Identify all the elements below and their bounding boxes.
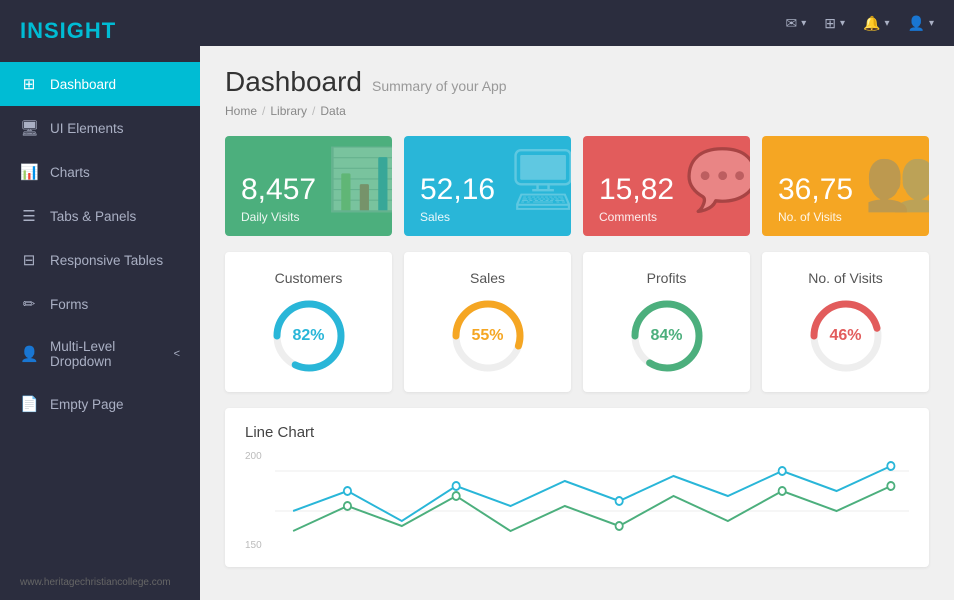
ui-elements-icon: 🖥: [20, 119, 38, 137]
topbar-user-icon[interactable]: 👤 ▾: [908, 15, 934, 32]
donut-chart-1: 55%: [448, 296, 528, 376]
chart-y-labels: 200 150: [245, 451, 262, 551]
donut-title: Customers: [275, 270, 343, 286]
breadcrumb-home[interactable]: Home: [225, 104, 257, 118]
line-chart-area: 200 150: [245, 451, 909, 551]
tabs-panels-icon: ☰: [20, 207, 38, 225]
donut-row: Customers 82% Sales 55% Profits 84%: [225, 252, 929, 392]
sidebar-item-label: Multi-Level Dropdown: [50, 339, 162, 369]
stat-label: Daily Visits: [241, 210, 376, 224]
page-title: Dashboard: [225, 66, 362, 98]
sidebar: INSIGHT ⊞ Dashboard 🖥 UI Elements 📊 Char…: [0, 0, 200, 600]
stat-card-3: 👥 36,75 No. of Visits: [762, 136, 929, 236]
topbar: ✉ ▾ ⊞ ▾ 🔔 ▾ 👤 ▾: [200, 0, 954, 46]
sidebar-item-label: Tabs & Panels: [50, 209, 136, 224]
stat-card-2: 💬 15,82 Comments: [583, 136, 750, 236]
logo-highlight: IN: [20, 18, 44, 43]
logo-rest: SIGHT: [44, 18, 116, 43]
sidebar-item-label: UI Elements: [50, 121, 124, 136]
donut-percent: 55%: [471, 327, 503, 345]
page-subtitle: Summary of your App: [372, 78, 507, 94]
stats-row: 📊 8,457 Daily Visits 🖥 52,16 Sales 💬 15,…: [225, 136, 929, 236]
sidebar-item-ui-elements[interactable]: 🖥 UI Elements: [0, 106, 200, 150]
sidebar-footer: www.heritagechristiancollege.com: [0, 565, 200, 600]
page-content: Dashboard Summary of your App Home / Lib…: [200, 46, 954, 600]
stat-bg-icon: 📊: [327, 144, 392, 215]
main-content: ✉ ▾ ⊞ ▾ 🔔 ▾ 👤 ▾ Dashboard Summary of you…: [200, 0, 954, 600]
sidebar-item-label: Responsive Tables: [50, 253, 163, 268]
topbar-email-icon[interactable]: ✉ ▾: [786, 15, 807, 32]
sidebar-item-responsive-tables[interactable]: ⊟ Responsive Tables: [0, 238, 200, 282]
sidebar-item-tabs-panels[interactable]: ☰ Tabs & Panels: [0, 194, 200, 238]
donut-card-3: No. of Visits 46%: [762, 252, 929, 392]
empty-page-icon: 📄: [20, 395, 38, 413]
page-header: Dashboard Summary of your App: [225, 66, 929, 98]
stat-label: Sales: [420, 210, 555, 224]
sidebar-item-multi-level-dropdown[interactable]: 👤 Multi-Level Dropdown <: [0, 326, 200, 382]
donut-card-0: Customers 82%: [225, 252, 392, 392]
charts-icon: 📊: [20, 163, 38, 181]
line-chart-title: Line Chart: [245, 424, 909, 441]
topbar-grid-icon[interactable]: ⊞ ▾: [824, 15, 845, 32]
stat-card-1: 🖥 52,16 Sales: [404, 136, 571, 236]
sidebar-item-label: Dashboard: [50, 77, 116, 92]
donut-title: Sales: [470, 270, 505, 286]
breadcrumb-current: Data: [320, 104, 345, 118]
donut-percent: 84%: [650, 327, 682, 345]
sidebar-item-dashboard[interactable]: ⊞ Dashboard: [0, 62, 200, 106]
sidebar-nav: ⊞ Dashboard 🖥 UI Elements 📊 Charts ☰ Tab…: [0, 62, 200, 426]
sidebar-item-label: Empty Page: [50, 397, 124, 412]
sidebar-item-label: Forms: [50, 297, 88, 312]
sidebar-item-arrow: <: [174, 348, 180, 360]
stat-label: No. of Visits: [778, 210, 913, 224]
multi-level-dropdown-icon: 👤: [20, 345, 38, 363]
stat-bg-icon: 🖥: [505, 144, 571, 215]
stat-bg-icon: 💬: [685, 144, 750, 215]
breadcrumb: Home / Library / Data: [225, 104, 929, 118]
donut-chart-0: 82%: [269, 296, 349, 376]
stat-card-0: 📊 8,457 Daily Visits: [225, 136, 392, 236]
stat-bg-icon: 👥: [864, 144, 929, 215]
sidebar-item-charts[interactable]: 📊 Charts: [0, 150, 200, 194]
sidebar-item-empty-page[interactable]: 📄 Empty Page: [0, 382, 200, 426]
donut-title: Profits: [647, 270, 687, 286]
donut-chart-3: 46%: [806, 296, 886, 376]
stat-label: Comments: [599, 210, 734, 224]
donut-card-1: Sales 55%: [404, 252, 571, 392]
donut-percent: 82%: [292, 327, 324, 345]
donut-card-2: Profits 84%: [583, 252, 750, 392]
responsive-tables-icon: ⊟: [20, 251, 38, 269]
dashboard-icon: ⊞: [20, 75, 38, 93]
logo: INSIGHT: [0, 0, 200, 62]
topbar-bell-icon[interactable]: 🔔 ▾: [863, 15, 889, 32]
donut-title: No. of Visits: [808, 270, 882, 286]
forms-icon: ✏: [20, 295, 38, 313]
donut-percent: 46%: [829, 327, 861, 345]
donut-chart-2: 84%: [627, 296, 707, 376]
sidebar-item-forms[interactable]: ✏ Forms: [0, 282, 200, 326]
line-chart-section: Line Chart 200 150: [225, 408, 929, 567]
sidebar-item-label: Charts: [50, 165, 90, 180]
breadcrumb-library[interactable]: Library: [270, 104, 307, 118]
